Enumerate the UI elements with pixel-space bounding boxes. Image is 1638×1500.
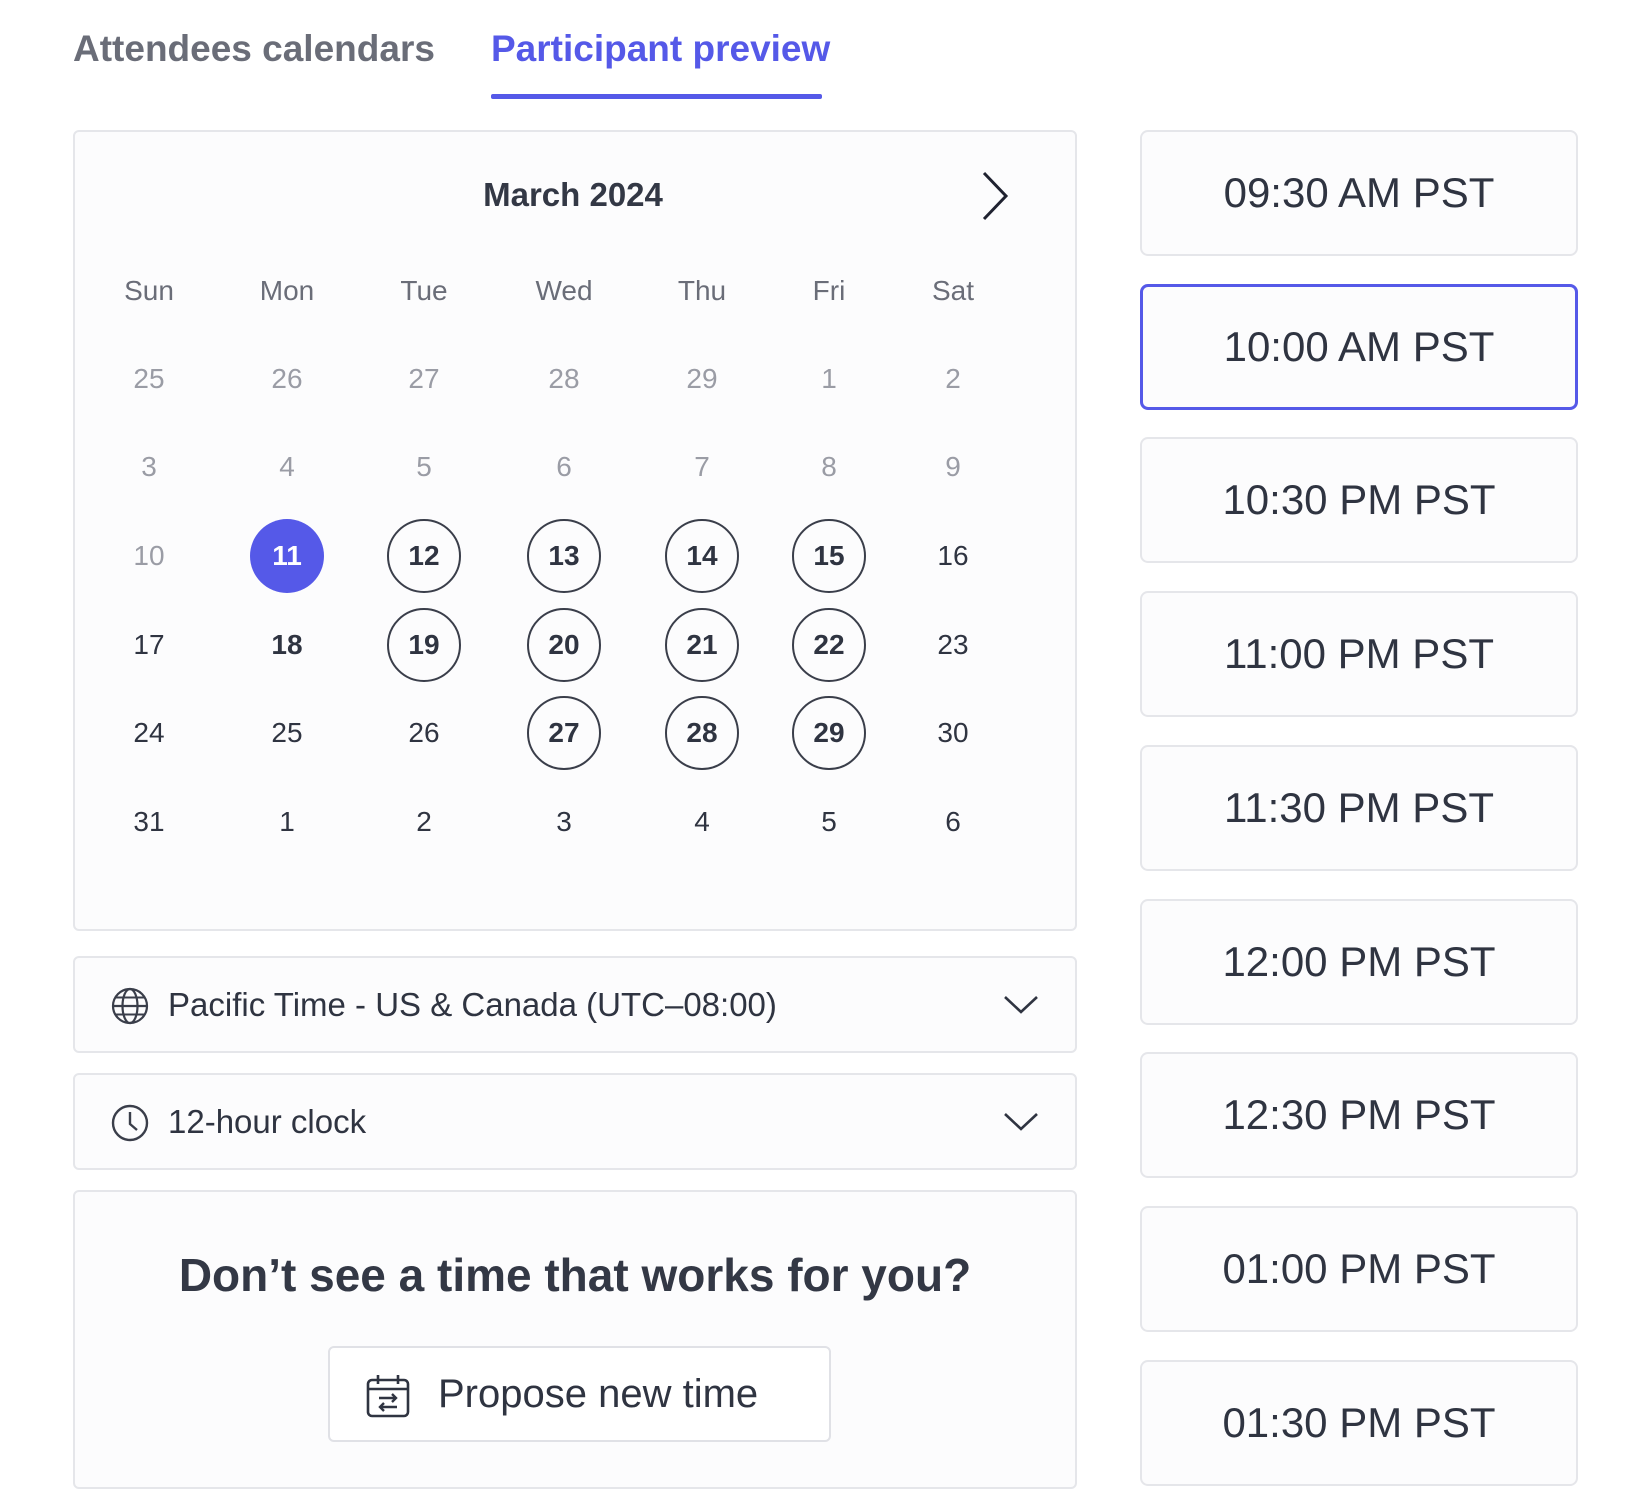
calendar-week-row: 3 4 5 6 7 8 9 [75, 437, 1075, 497]
calendar-day: 3 [556, 806, 572, 837]
calendar-day-unavailable: 4 [279, 451, 295, 482]
calendar-day: 17 [133, 629, 165, 660]
calendar-day: 6 [945, 806, 961, 837]
chevron-down-icon [1004, 996, 1038, 1014]
calendar-day-unavailable: 1 [821, 363, 837, 394]
calendar-week-row: 25 26 27 28 29 1 2 [75, 349, 1075, 409]
calendar-day-unavailable: 9 [945, 451, 961, 482]
calendar-day: 25 [271, 717, 303, 748]
propose-new-time-button[interactable]: Propose new time [328, 1346, 831, 1442]
weekday-label: Mon [259, 275, 315, 306]
timezone-value: Pacific Time - US & Canada (UTC–08:00) [168, 986, 777, 1023]
weekday-label: Wed [535, 275, 593, 306]
calendar-day-unavailable: 25 [133, 363, 165, 394]
calendar-day-available[interactable]: 15 [792, 519, 866, 593]
calendar-day: 31 [133, 806, 165, 837]
calendar-day-unavailable: 8 [821, 451, 837, 482]
time-slot[interactable]: 11:00 PM PST [1140, 591, 1578, 717]
calendar-day-available[interactable]: 20 [527, 608, 601, 682]
time-slot-selected[interactable]: 10:00 AM PST [1140, 284, 1578, 410]
month-calendar: March 2024 Sun Mon Tue Wed Thu Fri Sat 25 26 27 2… [73, 130, 1077, 931]
time-slot[interactable]: 10:30 PM PST [1140, 437, 1578, 563]
weekday-label: Tue [400, 275, 448, 306]
calendar-day-available[interactable]: 19 [387, 608, 461, 682]
tab-bar: Attendees calendars Participant preview [73, 28, 873, 104]
calendar-day-available[interactable]: 21 [665, 608, 739, 682]
next-month-button[interactable] [967, 164, 1023, 228]
calendar-day: 26 [408, 717, 440, 748]
calendar-day: 24 [133, 717, 165, 748]
calendar-day-today: 18 [271, 629, 303, 660]
calendar-day-unavailable: 6 [556, 451, 572, 482]
calendar-day-available[interactable]: 28 [665, 696, 739, 770]
calendar-week-row: 24 25 26 27 28 29 30 [75, 696, 1075, 770]
calendar-day-unavailable: 3 [141, 451, 157, 482]
weekday-label: Thu [677, 275, 727, 306]
clock-icon [111, 1104, 149, 1142]
month-title: March 2024 [483, 176, 663, 213]
calendar-day-unavailable: 7 [694, 451, 710, 482]
time-slot[interactable]: 12:30 PM PST [1140, 1052, 1578, 1178]
propose-button-label: Propose new time [438, 1372, 759, 1416]
tab-attendees-calendars[interactable]: Attendees calendars [73, 28, 435, 70]
weekday-label: Sun [124, 275, 174, 306]
calendar-day-available[interactable]: 12 [387, 519, 461, 593]
calendar-week-row: 17 18 19 20 21 22 23 [75, 608, 1075, 682]
time-slot[interactable]: 11:30 PM PST [1140, 745, 1578, 871]
calendar-day: 4 [694, 806, 710, 837]
calendar-day: 30 [937, 717, 969, 748]
chevron-right-icon [982, 171, 1009, 221]
calendar-day-selected[interactable]: 11 [250, 519, 324, 593]
calendar-day-available[interactable]: 29 [792, 696, 866, 770]
calendar-day-unavailable: 26 [271, 363, 303, 394]
calendar-week-row: 10 11 12 13 14 15 16 [75, 519, 1075, 593]
clock-format-value: 12-hour clock [168, 1103, 367, 1140]
tab-participant-preview[interactable]: Participant preview [491, 28, 830, 70]
propose-time-panel: Don’t see a time that works for you? Pro… [73, 1190, 1077, 1489]
calendar-day-available[interactable]: 14 [665, 519, 739, 593]
propose-heading: Don’t see a time that works for you? [178, 1249, 972, 1301]
weekday-header-row: Sun Mon Tue Wed Thu Fri Sat [75, 271, 1075, 331]
calendar-day: 1 [279, 806, 295, 837]
time-slot[interactable]: 12:00 PM PST [1140, 899, 1578, 1025]
calendar-day-unavailable: 2 [945, 363, 961, 394]
active-tab-indicator [491, 94, 822, 99]
calendar-day-unavailable: 5 [416, 451, 432, 482]
calendar-day: 23 [937, 629, 969, 660]
calendar-day-available[interactable]: 13 [527, 519, 601, 593]
calendar-day: 2 [416, 806, 432, 837]
calendar-day-unavailable: 10 [133, 540, 165, 571]
chevron-down-icon [1004, 1113, 1038, 1131]
time-slot[interactable]: 09:30 AM PST [1140, 130, 1578, 256]
calendar-day: 5 [821, 806, 837, 837]
time-slot[interactable]: 01:30 PM PST [1140, 1360, 1578, 1486]
calendar-day: 16 [937, 540, 969, 571]
calendar-day-available[interactable]: 22 [792, 608, 866, 682]
calendar-week-row: 31 1 2 3 4 5 6 [75, 792, 1075, 852]
timezone-select[interactable]: Pacific Time - US & Canada (UTC–08:00) [73, 956, 1077, 1053]
clock-format-select[interactable]: 12-hour clock [73, 1073, 1077, 1170]
globe-icon [111, 987, 149, 1025]
calendar-swap-icon [366, 1375, 410, 1418]
weekday-label: Fri [812, 275, 846, 306]
calendar-day-unavailable: 28 [548, 363, 580, 394]
weekday-label: Sat [931, 275, 975, 306]
time-slot[interactable]: 01:00 PM PST [1140, 1206, 1578, 1332]
calendar-day-unavailable: 27 [408, 363, 440, 394]
calendar-day-available[interactable]: 27 [527, 696, 601, 770]
calendar-day-unavailable: 29 [686, 363, 718, 394]
